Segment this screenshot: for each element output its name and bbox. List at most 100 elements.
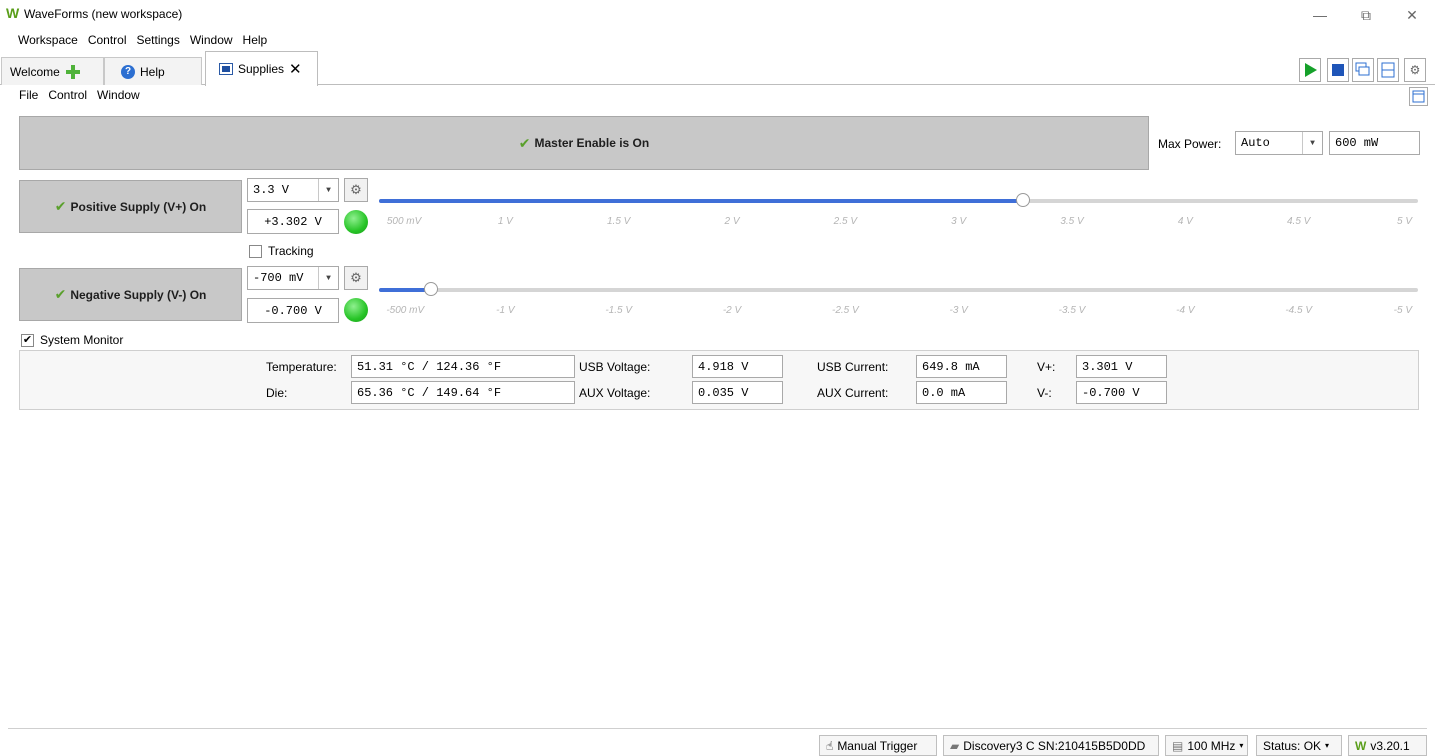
window-title: WaveForms (new workspace): [24, 7, 183, 21]
menu-help[interactable]: Help: [238, 33, 273, 47]
system-monitor-checkbox-box[interactable]: ✔: [21, 333, 34, 347]
usb-current-field: 649.8 mA: [916, 355, 1007, 378]
clock-selector[interactable]: ▤ 100 MHz ▾: [1165, 735, 1248, 756]
menu-instrument-control[interactable]: Control: [43, 88, 92, 102]
main-menu-bar: Workspace Control Settings Window Help: [13, 33, 272, 47]
negative-reading-field: -0.700 V: [247, 298, 339, 323]
chevron-down-icon: ▼: [318, 179, 338, 201]
positive-supply-label: Positive Supply (V+) On: [70, 199, 207, 214]
aux-voltage-label: AUX Voltage:: [579, 386, 651, 400]
positive-status-led: [344, 210, 368, 234]
split-button[interactable]: [1377, 58, 1399, 82]
positive-reading-field: +3.302 V: [247, 209, 339, 234]
waveforms-logo-icon: W: [6, 5, 20, 21]
menu-instrument-window[interactable]: Window: [92, 88, 145, 102]
positive-settings-button[interactable]: ⚙: [344, 178, 368, 202]
aux-current-label: AUX Current:: [817, 386, 889, 400]
master-enable-button[interactable]: ✔ Master Enable is On: [19, 116, 1149, 170]
plus-icon: [65, 64, 81, 80]
chevron-down-icon: ▼: [318, 267, 338, 289]
menu-workspace[interactable]: Workspace: [13, 33, 83, 47]
max-power-value: 600 mW: [1335, 136, 1379, 150]
window-dock-button[interactable]: [1409, 87, 1428, 106]
negative-tick-label: -1.5 V: [605, 305, 632, 316]
die-field: 65.36 °C / 149.64 °F: [351, 381, 575, 404]
max-power-select[interactable]: Auto ▼: [1235, 131, 1323, 155]
system-monitor-checkbox[interactable]: ✔ System Monitor: [21, 333, 123, 347]
negative-tick-label: -500 mV: [386, 305, 425, 316]
menu-control[interactable]: Control: [83, 33, 132, 47]
positive-supply-button[interactable]: ✔ Positive Supply (V+) On: [19, 180, 242, 233]
instrument-menu-bar: File Control Window: [14, 88, 145, 102]
slider-track: [379, 288, 1418, 292]
negative-tick-label: -5 V: [1393, 305, 1412, 316]
usb-voltage-field: 4.918 V: [692, 355, 783, 378]
tab-welcome[interactable]: Welcome: [1, 57, 104, 85]
tracking-label: Tracking: [268, 244, 314, 258]
stop-icon: [1332, 64, 1344, 76]
negative-settings-button[interactable]: ⚙: [344, 266, 368, 290]
close-button[interactable]: ✕: [1389, 0, 1435, 30]
version-label: v3.20.1: [1370, 738, 1410, 753]
slider-handle[interactable]: [423, 282, 438, 296]
slider-fill: [379, 199, 1024, 203]
device-icon: ▰: [950, 738, 960, 753]
usb-voltage-value: 4.918 V: [698, 359, 749, 374]
clock-icon: ▤: [1172, 738, 1184, 753]
positive-slider[interactable]: [379, 193, 1418, 207]
negative-tick-label: -4 V: [1176, 305, 1195, 316]
aux-voltage-field: 0.035 V: [692, 381, 783, 404]
die-value: 65.36 °C / 149.64 °F: [357, 385, 502, 400]
version-button[interactable]: W v3.20.1: [1348, 735, 1427, 756]
temperature-value: 51.31 °C / 124.36 °F: [357, 359, 502, 374]
settings-button[interactable]: ⚙: [1404, 58, 1426, 82]
stop-button[interactable]: [1327, 58, 1349, 82]
hand-pointer-icon: ☝: [826, 738, 834, 753]
manual-trigger-button[interactable]: ☝ Manual Trigger: [819, 735, 937, 756]
negative-setpoint-select[interactable]: -700 mV ▼: [247, 266, 339, 290]
max-power-mode: Auto: [1241, 136, 1270, 150]
tab-supplies[interactable]: Supplies ✕: [205, 51, 318, 86]
menu-window[interactable]: Window: [185, 33, 238, 47]
tab-help[interactable]: ? Help: [104, 57, 202, 85]
negative-supply-label: Negative Supply (V-) On: [70, 287, 207, 302]
positive-tick-label: 5 V: [1396, 216, 1412, 227]
chevron-down-icon: ▾: [1239, 741, 1244, 750]
negative-status-led: [344, 298, 368, 322]
run-button[interactable]: [1299, 58, 1321, 82]
menu-file[interactable]: File: [14, 88, 43, 102]
negative-tick-label: -4.5 V: [1285, 305, 1312, 316]
temperature-field: 51.31 °C / 124.36 °F: [351, 355, 575, 378]
menu-settings[interactable]: Settings: [132, 33, 185, 47]
positive-setpoint-select[interactable]: 3.3 V ▼: [247, 178, 339, 202]
aux-current-value: 0.0 mA: [922, 385, 966, 400]
tab-supplies-label: Supplies: [238, 62, 285, 76]
tracking-checkbox-box[interactable]: [249, 244, 262, 258]
positive-tick-label: 1.5 V: [606, 216, 631, 227]
tracking-checkbox[interactable]: Tracking: [249, 244, 314, 258]
slider-handle[interactable]: [1016, 193, 1031, 207]
gear-icon: ⚙: [1409, 63, 1421, 77]
negative-setpoint: -700 mV: [253, 271, 304, 285]
positive-tick-label: 500 mV: [386, 216, 422, 227]
check-icon: ✔: [54, 198, 67, 214]
title-bar: W WaveForms (new workspace) — ⧉ ✕: [0, 0, 1435, 30]
max-power-input[interactable]: 600 mW: [1329, 131, 1420, 155]
aux-voltage-value: 0.035 V: [698, 385, 749, 400]
minimize-button[interactable]: —: [1297, 0, 1343, 30]
positive-tick-label: 3.5 V: [1060, 216, 1084, 227]
tab-welcome-label: Welcome: [10, 64, 60, 79]
vminus-value: -0.700 V: [1082, 385, 1140, 400]
help-icon: ?: [121, 64, 135, 79]
negative-tick-labels: -500 mV -1 V -1.5 V -2 V -2.5 V -3 V -3.5 V -4 …: [386, 305, 1412, 319]
restore-button[interactable]: ⧉: [1343, 0, 1389, 30]
positive-tick-label: 3 V: [951, 216, 967, 227]
negative-supply-button[interactable]: ✔ Negative Supply (V-) On: [19, 268, 242, 321]
device-selector[interactable]: ▰ Discovery3 C SN:210415B5D0DD: [943, 735, 1159, 756]
status-selector[interactable]: Status: OK ▾: [1256, 735, 1342, 756]
tab-close-icon[interactable]: ✕: [289, 60, 302, 78]
usb-current-value: 649.8 mA: [922, 359, 980, 374]
negative-slider[interactable]: [379, 282, 1418, 296]
usb-voltage-label: USB Voltage:: [579, 360, 651, 374]
cascade-button[interactable]: [1352, 58, 1374, 82]
